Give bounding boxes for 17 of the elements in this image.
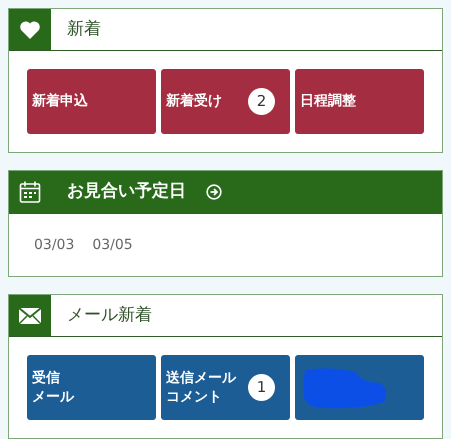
menu-tile[interactable]: 受信 メール [27, 355, 156, 420]
mail-icon [18, 306, 42, 324]
panel-title: 新着 [67, 18, 101, 41]
calendar-icon [19, 180, 41, 204]
arrow-circle-icon[interactable] [206, 184, 222, 200]
date-text: 03/03 [34, 236, 74, 255]
menu-tile[interactable]: 送信メール コメント 1 [161, 355, 290, 420]
menu-tile[interactable]: 新着受け 2 [161, 69, 290, 134]
menu-tile[interactable]: 新着申込 [27, 69, 156, 134]
panel-title: メール新着 [67, 304, 152, 327]
count-badge: 2 [248, 88, 275, 115]
panel-title: お見合い予定日 [67, 180, 186, 204]
date-text: 03/05 [92, 236, 133, 255]
heart-icon [19, 20, 41, 40]
menu-tile[interactable]: 日程調整 [295, 69, 424, 134]
menu-tile[interactable] [295, 355, 424, 420]
count-badge: 1 [248, 374, 275, 401]
